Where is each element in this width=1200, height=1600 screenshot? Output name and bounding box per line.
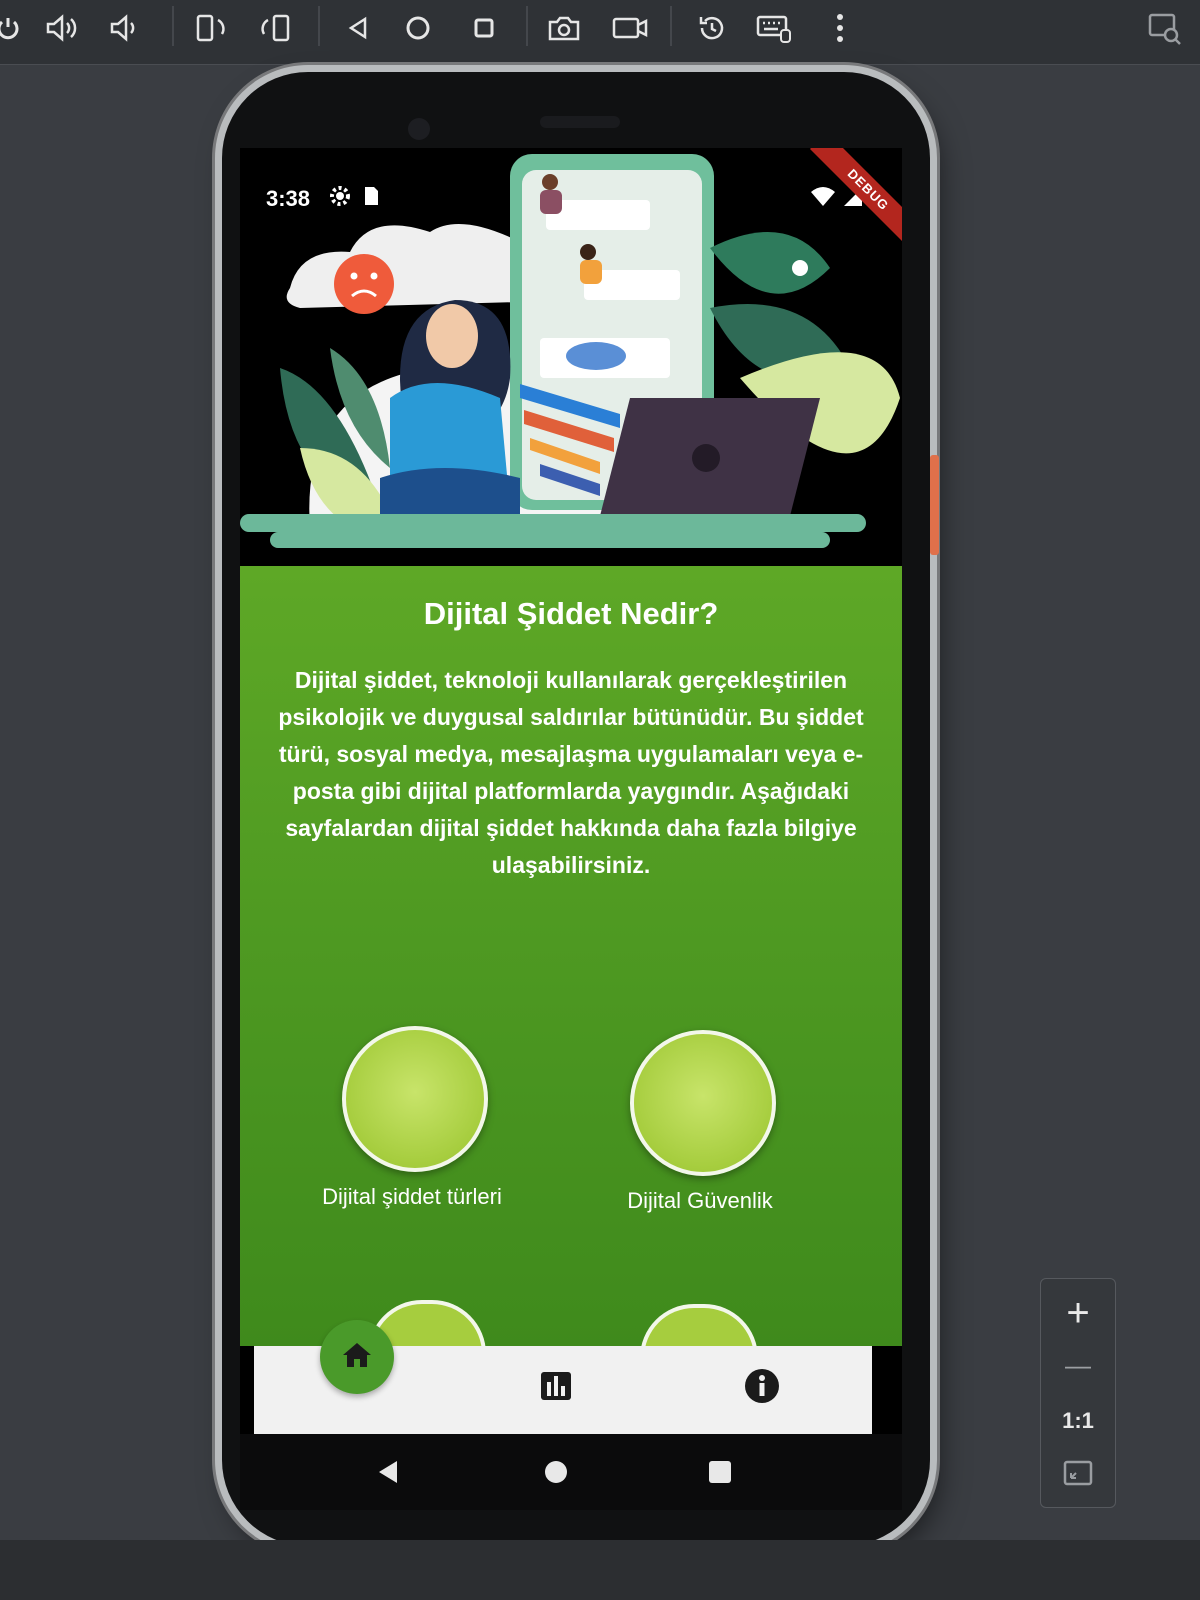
wifi-icon [810, 186, 836, 213]
snapshot-icon[interactable] [690, 6, 734, 50]
card-digital-security[interactable] [630, 1030, 776, 1176]
content-panel: Dijital Şiddet Nedir? Dijital şiddet, te… [240, 566, 902, 1358]
system-recents-button[interactable] [700, 1452, 740, 1492]
emulator-toolbar [0, 0, 1200, 65]
zoom-reset-button[interactable]: 1:1 [1041, 1401, 1115, 1441]
home-icon [340, 1340, 374, 1375]
card-label-digital-violence-types: Dijital şiddet türleri [322, 1184, 502, 1209]
system-navigation-bar [240, 1434, 902, 1510]
card-label-digital-security: Dijital Güvenlik [627, 1188, 773, 1213]
power-icon[interactable] [0, 6, 30, 50]
page-title: Dijital Şiddet Nedir? [423, 596, 719, 631]
chart-icon [539, 1370, 573, 1407]
overview-icon[interactable] [462, 6, 506, 50]
desk-edge [0, 1540, 1200, 1600]
card-digital-violence-types[interactable] [342, 1026, 488, 1172]
zoom-out-button[interactable]: — [1041, 1345, 1115, 1385]
home-icon[interactable] [396, 6, 440, 50]
rotate-left-icon[interactable] [190, 6, 234, 50]
nav-home-button[interactable] [320, 1320, 394, 1394]
camera-icon[interactable] [542, 6, 586, 50]
more-icon[interactable] [818, 6, 862, 50]
system-back-button[interactable] [368, 1452, 408, 1492]
zoom-panel: + — 1:1 [1040, 1278, 1116, 1508]
rotate-right-icon[interactable] [254, 6, 298, 50]
fit-screen-icon[interactable] [1041, 1453, 1115, 1493]
back-icon[interactable] [336, 6, 380, 50]
nav-info-button[interactable] [740, 1366, 784, 1410]
search-window-icon[interactable] [1146, 10, 1186, 50]
phone-screen: 3:38 DEBUG Dijital Şiddet Nedir? Dijital… [240, 148, 902, 1510]
status-icons [328, 184, 380, 213]
system-home-button[interactable] [536, 1452, 576, 1492]
sim-card-icon [362, 184, 380, 213]
page-description: Dijital şiddet, teknoloji kullanılarak g… [278, 667, 864, 878]
earpiece [540, 116, 620, 128]
zoom-in-button[interactable]: + [1041, 1291, 1115, 1335]
bottom-navigation [254, 1320, 872, 1434]
front-camera [408, 118, 430, 140]
keyboard-icon[interactable] [752, 6, 796, 50]
nav-stats-button[interactable] [534, 1366, 578, 1410]
screenrecord-icon[interactable] [608, 6, 652, 50]
settings-icon [328, 184, 352, 213]
power-key[interactable] [930, 455, 939, 555]
volume-up-icon[interactable] [40, 6, 84, 50]
volume-down-icon[interactable] [102, 6, 146, 50]
info-icon [744, 1368, 780, 1409]
status-time: 3:38 [266, 186, 311, 211]
